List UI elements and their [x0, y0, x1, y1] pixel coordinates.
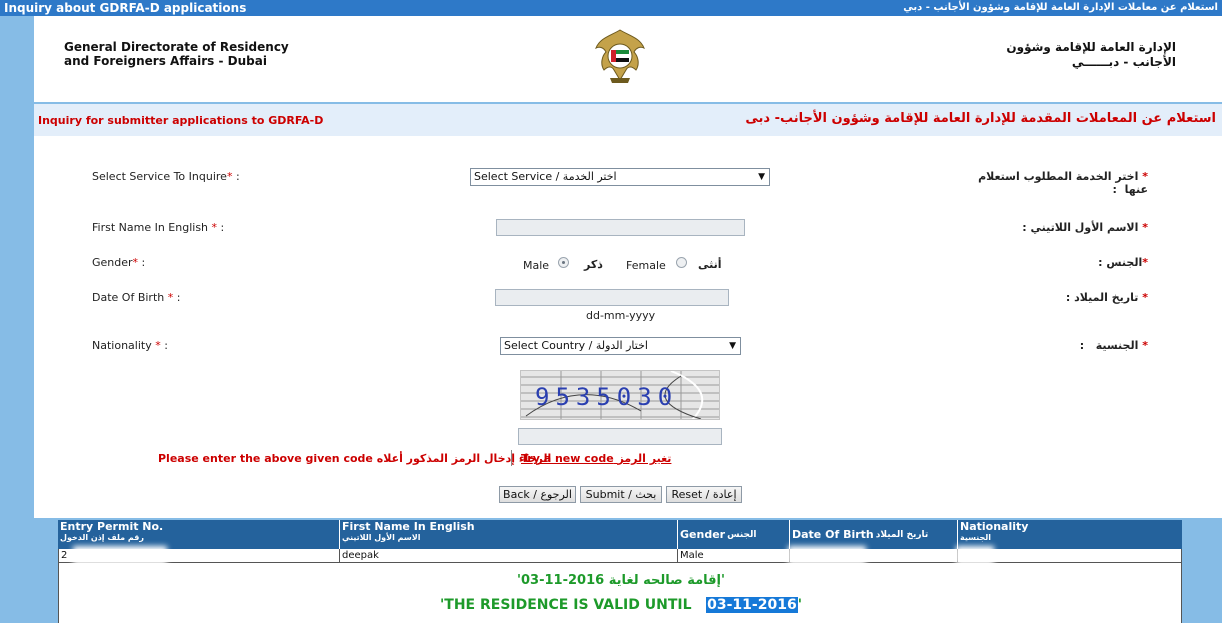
gender-female-label-ar: أنثى [698, 258, 722, 271]
org-name-en: General Directorate of Residency and For… [64, 40, 289, 68]
gender-female-radio[interactable] [676, 257, 687, 268]
submit-button[interactable]: Submit / بحث [580, 486, 662, 503]
reset-button[interactable]: Reset / إعادة [666, 486, 742, 503]
cell-entry-permit: 2 [59, 549, 340, 562]
cell-first-name: deepak [340, 549, 678, 562]
chevron-down-icon: ▼ [729, 341, 736, 351]
cell-gender: Male [678, 549, 790, 562]
inquiry-title-strip: Inquiry for submitter applications to GD… [34, 104, 1222, 136]
col-first-name: First Name In English الاسم الأول اللاتي… [340, 520, 678, 549]
service-label-ar: * اختر الخدمة المطلوب استعلام عنها : [978, 170, 1148, 196]
dob-input[interactable] [495, 289, 729, 306]
service-select[interactable]: Select Service / اختر الخدمة ▼ [470, 168, 770, 186]
window-title-ar: استعلام عن معاملات الإدارة العامة للإقام… [903, 2, 1218, 13]
uae-emblem-icon [595, 29, 645, 83]
try-new-code-link[interactable]: Try a new code تغير الرمز [521, 452, 671, 465]
captcha-image: 9535030 [520, 370, 720, 420]
gender-female-label-en: Female [626, 259, 666, 272]
dob-label-ar: * تاريخ الميلاد : [1065, 291, 1148, 304]
window-title-bar: Inquiry about GDRFA-D applications استعل… [0, 0, 1222, 16]
gender-male-label-en: Male [523, 259, 550, 272]
nationality-select[interactable]: Select Country / اختار الدولة ▼ [500, 337, 741, 355]
first-name-label-en: First Name In English * : [92, 221, 225, 234]
page-header: General Directorate of Residency and For… [34, 16, 1222, 102]
org-name-ar: الإدارة العامة للإقامة وشؤون الأجانب - د… [1006, 40, 1176, 69]
col-nationality: Nationality الجنسية [960, 520, 1029, 542]
dob-format-hint: dd-mm-yyyy [586, 309, 656, 322]
results-table-header: Entry Permit No. رقم ملف إذن الدخول Firs… [58, 520, 1182, 549]
valid-until-date: 03-11-2016 [706, 597, 798, 613]
redaction-mask [960, 550, 990, 561]
captcha-divider [511, 450, 512, 466]
nationality-label-ar: * الجنسية : [1079, 339, 1148, 352]
gender-label-en: Gender* : [92, 256, 146, 269]
col-entry-permit: Entry Permit No. رقم ملف إذن الدخول [58, 520, 340, 549]
inquiry-title-en: Inquiry for submitter applications to GD… [38, 114, 324, 127]
redaction-mask [792, 550, 862, 561]
nationality-label-en: Nationality * : [92, 339, 168, 352]
dob-label-en: Date Of Birth * : [92, 291, 181, 304]
redaction-mask [77, 550, 163, 561]
gender-label-ar: *الجنس : [1098, 256, 1148, 269]
cell-dob [790, 549, 958, 562]
gender-male-label-ar: ذكر [584, 258, 603, 271]
results-table: Entry Permit No. رقم ملف إذن الدخول Firs… [58, 520, 1182, 623]
window-title-en: Inquiry about GDRFA-D applications [4, 1, 247, 15]
captcha-prompt: Please enter the above given code الرجاء… [158, 452, 552, 465]
captcha-input[interactable] [518, 428, 722, 445]
first-name-input[interactable] [496, 219, 745, 236]
first-name-label-ar: * الاسم الأول اللاتيني : [1022, 221, 1148, 234]
col-dob: Date Of Birth تاريخ الميلاد [790, 520, 958, 549]
inquiry-title-ar: استعلام عن المعاملات المقدمة للإدارة الع… [745, 111, 1216, 126]
captcha-code-text: 9535030 [535, 383, 679, 411]
residence-status: 'إقامة صالحه لغاية 2016-11-03' 'THE RESI… [58, 563, 1182, 623]
gender-male-radio[interactable] [558, 257, 569, 268]
cell-nationality [958, 549, 1181, 562]
residence-status-en: 'THE RESIDENCE IS VALID UNTIL 03-11-2016… [440, 597, 802, 613]
back-button[interactable]: Back / الرجوع [499, 486, 576, 503]
chevron-down-icon: ▼ [758, 172, 765, 182]
service-label-en: Select Service To Inquire* : [92, 170, 240, 183]
residence-status-ar: 'إقامة صالحه لغاية 2016-11-03' [517, 573, 725, 588]
col-gender: Gender الجنس [678, 520, 790, 549]
table-row: 2 deepak Male [58, 549, 1182, 563]
